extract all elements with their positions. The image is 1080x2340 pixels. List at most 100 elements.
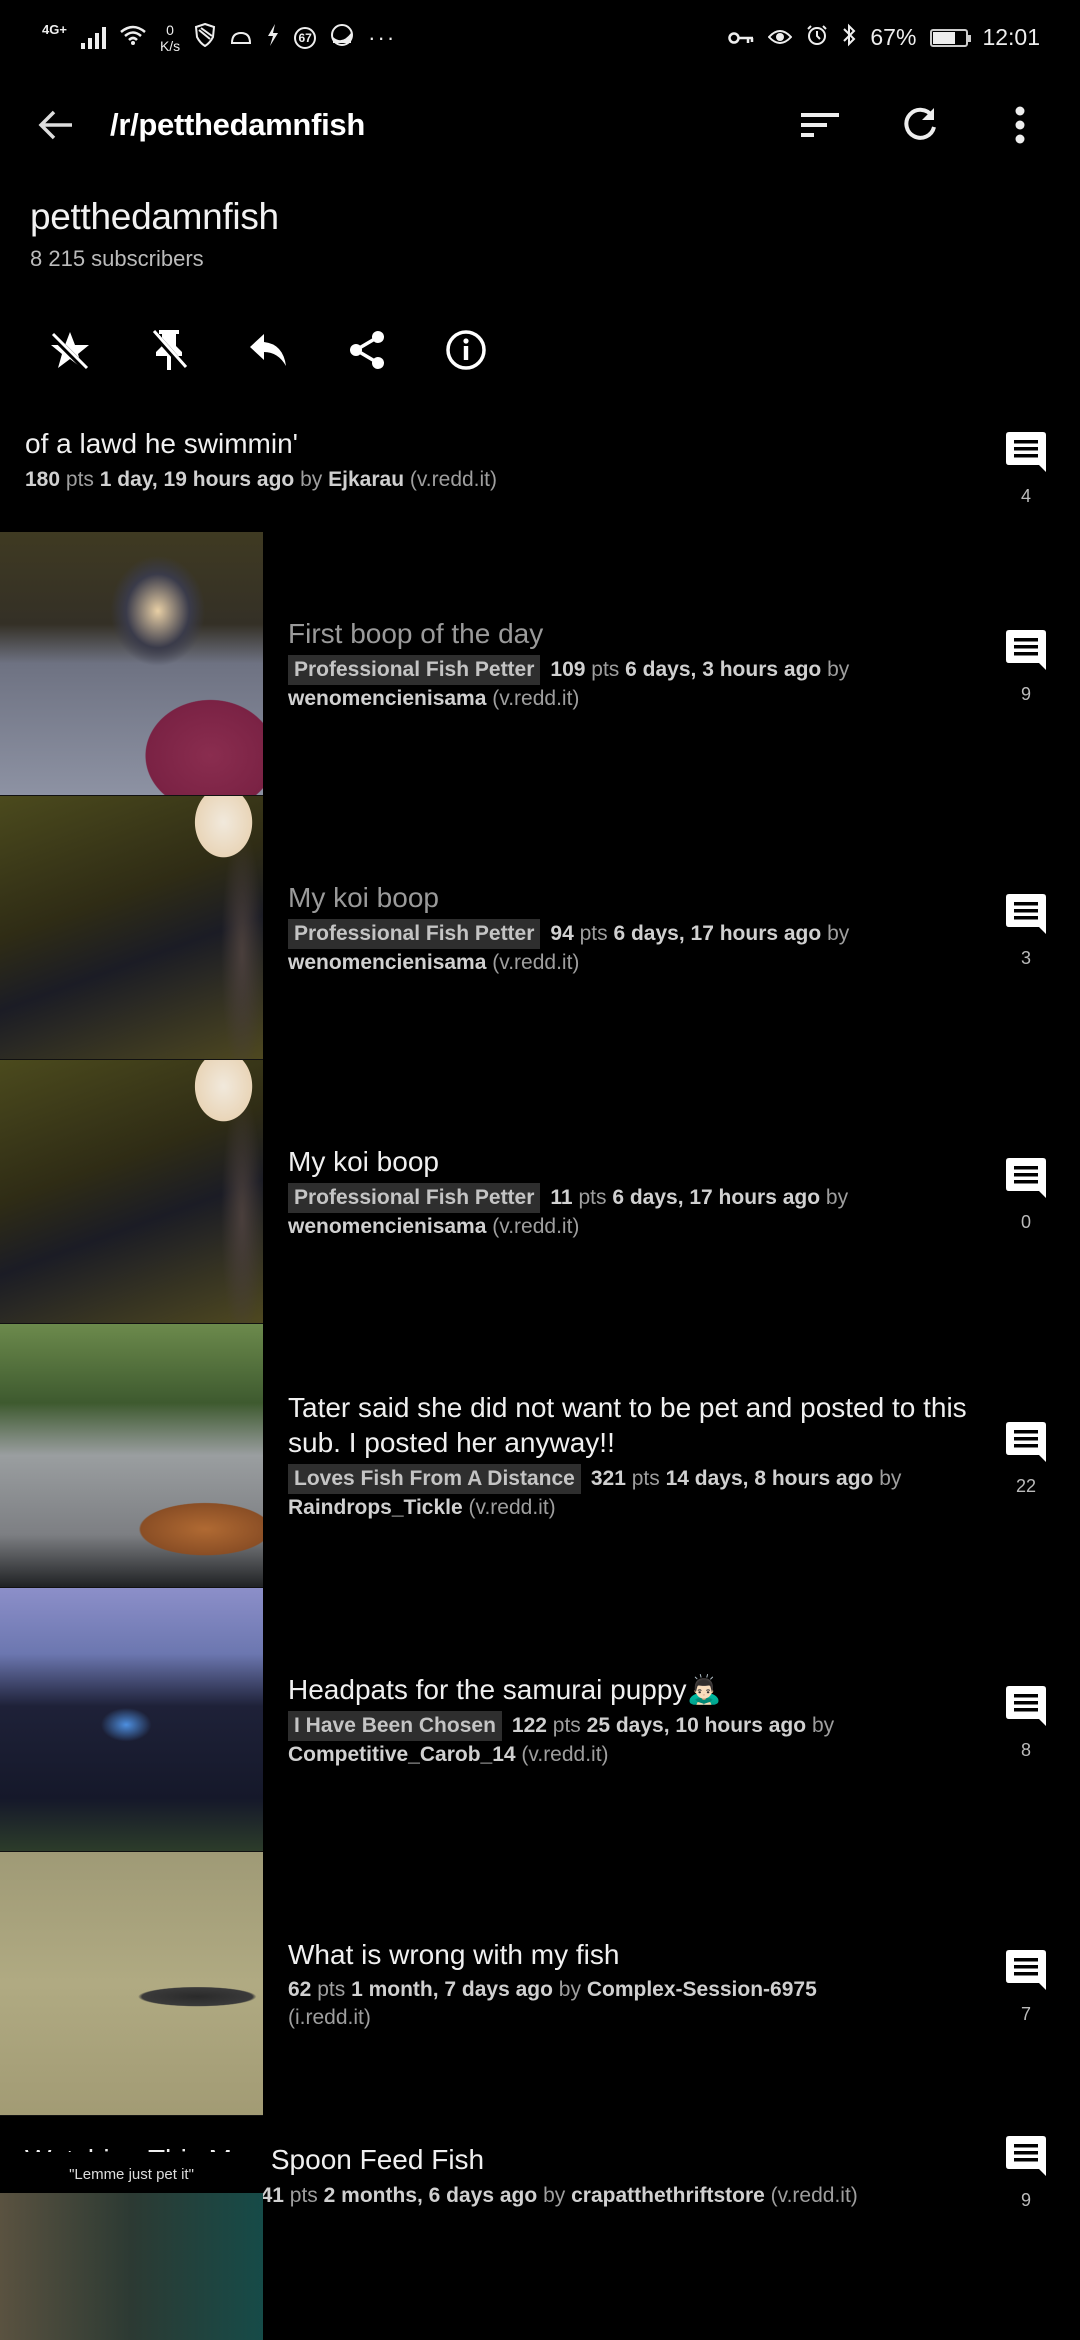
post-title[interactable]: Headpats for the samurai puppy🙇🏻‍♂️ (288, 1672, 970, 1707)
post-flair: I Have Been Chosen (288, 1710, 502, 1741)
comments-button[interactable]: 8 (992, 1686, 1060, 1761)
by-label: by (811, 1713, 835, 1737)
post-thumbnail[interactable] (0, 796, 263, 1060)
pts-label: pts (289, 2184, 318, 2207)
refresh-button[interactable] (870, 90, 970, 160)
post-body: First boop of the day Professional Fish … (263, 532, 1080, 796)
by-label: by (543, 2184, 566, 2207)
more-icon: ··· (368, 24, 397, 50)
reply-button[interactable] (218, 318, 317, 382)
post-item[interactable]: My koi boop Professional Fish Petter 94 p… (0, 796, 1080, 1060)
post-item[interactable]: Headpats for the samurai puppy🙇🏻‍♂️ I Ha… (0, 1588, 1080, 1852)
post-author[interactable]: crapatthethriftstore (571, 2184, 765, 2207)
post-author[interactable]: Raindrops_Tickle (288, 1496, 463, 1519)
star-off-icon (49, 332, 89, 371)
comments-button[interactable]: 3 (992, 894, 1060, 969)
post-domain: (v.redd.it) (409, 468, 498, 491)
arrow-left-icon (38, 110, 72, 140)
post-meta: 62 pts 1 month, 7 days ago by Complex-Se… (288, 1976, 970, 2032)
pts-label: pts (591, 657, 620, 681)
by-label: by (827, 921, 850, 945)
post-domain: (v.redd.it) (492, 1214, 580, 1238)
post-title[interactable]: My koi boop (288, 880, 970, 915)
post-domain: (i.redd.it) (288, 2005, 371, 2029)
post-title[interactable]: What is wrong with my fish (288, 1937, 970, 1972)
post-title[interactable]: of a lawd he swimmin' (25, 426, 970, 462)
back-button[interactable] (26, 95, 86, 155)
post-meta: I Have Been Chosen 122 pts 25 days, 10 ho… (288, 1710, 970, 1769)
post-thumbnail[interactable] (0, 1060, 263, 1324)
post-title[interactable]: My koi boop (288, 1144, 970, 1179)
post-author[interactable]: Ejkarau (328, 468, 404, 491)
comment-count: 9 (1020, 2190, 1031, 2210)
clock: 12:01 (982, 24, 1040, 50)
pts-label: pts (317, 1977, 346, 2001)
post-age: 1 month, 7 days ago (351, 1977, 553, 2001)
subscriber-count: 8 215 subscribers (30, 246, 204, 271)
pts-label: pts (578, 1185, 607, 1209)
post-thumbnail-partial[interactable]: "Lemme just pet it" (0, 2152, 263, 2340)
by-label: by (825, 1185, 849, 1209)
comment-count: 0 (1020, 1212, 1031, 1232)
post-score: 62 (288, 1977, 312, 2001)
vpn-key-icon (728, 25, 754, 51)
post-title[interactable]: Tater said she did not want to be pet an… (288, 1390, 970, 1460)
post-item[interactable]: First boop of the day Professional Fish … (0, 532, 1080, 796)
comment-count: 3 (1020, 948, 1031, 968)
comments-button[interactable]: 9 (992, 630, 1060, 705)
info-button[interactable] (416, 318, 515, 382)
post-age: 6 days, 17 hours ago (613, 921, 822, 945)
comment-count: 9 (1020, 684, 1031, 704)
by-label: by (879, 1467, 902, 1490)
post-item[interactable]: of a lawd he swimmin' 180 pts 1 day, 19 … (0, 412, 1080, 530)
comment-icon (1006, 1422, 1046, 1462)
comments-button[interactable]: 9 (992, 2136, 1060, 2211)
comments-button[interactable]: 4 (992, 432, 1060, 507)
post-thumbnail[interactable] (0, 1588, 263, 1852)
subreddit-header: petthedamnfish 8 215 subscribers (30, 196, 279, 272)
post-thumbnail[interactable] (0, 1324, 263, 1588)
post-thumbnail[interactable] (0, 1852, 263, 2116)
post-age: 6 days, 17 hours ago (612, 1185, 821, 1209)
post-domain: (v.redd.it) (770, 2184, 858, 2207)
post-author[interactable]: Complex-Session-6975 (587, 1978, 817, 2001)
pts-label: pts (552, 1713, 581, 1737)
post-thumbnail[interactable] (0, 532, 263, 796)
alarm-icon (806, 24, 828, 52)
post-author[interactable]: wenomencienisama (288, 687, 486, 710)
sort-icon (801, 113, 839, 137)
subreddit-actions (20, 318, 515, 382)
by-label: by (558, 1977, 581, 2001)
post-flair: Professional Fish Petter (288, 1182, 541, 1213)
notification-count-icon: 67 (294, 26, 317, 49)
post-author[interactable]: wenomencienisama (288, 1215, 486, 1238)
post-score: 109 (550, 657, 586, 681)
more-vert-icon (1015, 106, 1025, 144)
post-domain: (v.redd.it) (521, 1742, 609, 1766)
post-author[interactable]: wenomencienisama (288, 951, 486, 974)
post-title[interactable]: First boop of the day (288, 616, 970, 651)
post-author[interactable]: Competitive_Carob_14 (288, 1743, 516, 1766)
post-score: 321 (590, 1467, 626, 1490)
comments-button[interactable]: 7 (992, 1950, 1060, 2025)
post-flair: Professional Fish Petter (288, 654, 541, 685)
post-item[interactable]: Tater said she did not want to be pet an… (0, 1324, 1080, 1588)
post-item[interactable]: My koi boop Professional Fish Petter 11 p… (0, 1060, 1080, 1324)
comments-button[interactable]: 22 (992, 1422, 1060, 1497)
unfavorite-button[interactable] (20, 318, 119, 382)
page-title: /r/petthedamnfish (110, 107, 365, 142)
more-options-button[interactable] (970, 90, 1070, 160)
comments-button[interactable]: 0 (992, 1158, 1060, 1233)
reply-icon (249, 334, 286, 366)
post-age: 6 days, 3 hours ago (625, 657, 822, 681)
sort-button[interactable] (770, 90, 870, 160)
cloud-icon (230, 25, 252, 51)
post-item[interactable]: What is wrong with my fish 62 pts 1 mont… (0, 1852, 1080, 2116)
eye-icon (768, 25, 793, 51)
pin-off-icon (150, 330, 187, 370)
unpin-button[interactable] (119, 318, 218, 382)
share-button[interactable] (317, 318, 416, 382)
post-body: What is wrong with my fish 62 pts 1 mont… (263, 1852, 1080, 2116)
battery-icon (930, 28, 972, 47)
status-bar-left: 4G+ 0 K/s 67 ··· (42, 22, 396, 54)
